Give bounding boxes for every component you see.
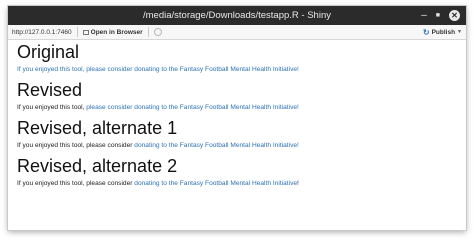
donation-text: If you enjoyed this tool, <box>17 104 87 111</box>
publish-label: Publish <box>431 28 456 36</box>
section-title-alternate-2: Revised, alternate 2 <box>17 156 178 176</box>
app-content: Original If you enjoyed this tool, pleas… <box>8 40 466 196</box>
publish-icon: ↻ <box>422 27 430 37</box>
donation-text: If you enjoyed this tool, please conside… <box>17 180 135 187</box>
section-title-original: Original <box>17 42 80 62</box>
window-controls: – ■ ✕ <box>421 6 460 25</box>
window-title: /media/storage/Downloads/testapp.R - Shi… <box>143 10 331 21</box>
shiny-window: /media/storage/Downloads/testapp.R - Shi… <box>8 6 466 230</box>
open-in-browser-button[interactable]: Open in Browser <box>82 28 143 36</box>
toolbar-divider <box>76 27 78 37</box>
open-in-browser-icon <box>82 29 89 35</box>
donation-line-alternate-2: If you enjoyed this tool, please conside… <box>17 179 457 188</box>
section-title-alternate-1: Revised, alternate 1 <box>17 118 178 138</box>
url-display: http://127.0.0.1:7460 <box>12 28 72 36</box>
refresh-icon[interactable] <box>153 28 162 36</box>
donation-link[interactable]: donating to the Fantasy Football Mental … <box>134 180 297 187</box>
donation-line-revised: If you enjoyed this tool, please conside… <box>17 103 457 112</box>
chevron-down-icon: ▼ <box>457 29 462 35</box>
donation-line-original: If you enjoyed this tool, please conside… <box>17 65 457 74</box>
maximize-icon[interactable]: ■ <box>436 11 440 21</box>
donation-text: If you enjoyed this tool, please conside… <box>17 142 135 149</box>
publish-button[interactable]: ↻ Publish ▼ <box>423 25 462 39</box>
open-in-browser-label: Open in Browser <box>90 28 143 36</box>
donation-link[interactable]: please consider donating to the Fantasy … <box>86 104 299 111</box>
viewer-toolbar: http://127.0.0.1:7460 Open in Browser ↻ … <box>8 25 466 40</box>
section-title-revised: Revised <box>17 80 83 100</box>
toolbar-divider <box>147 27 149 37</box>
close-icon[interactable]: ✕ <box>449 10 460 21</box>
donation-link[interactable]: If you enjoyed this tool, please conside… <box>17 66 299 73</box>
minimize-icon[interactable]: – <box>421 10 427 21</box>
donation-suffix: ! <box>297 180 299 187</box>
title-bar: /media/storage/Downloads/testapp.R - Shi… <box>8 6 466 25</box>
donation-link[interactable]: donating to the Fantasy Football Mental … <box>134 142 299 149</box>
donation-line-alternate-1: If you enjoyed this tool, please conside… <box>17 141 457 150</box>
